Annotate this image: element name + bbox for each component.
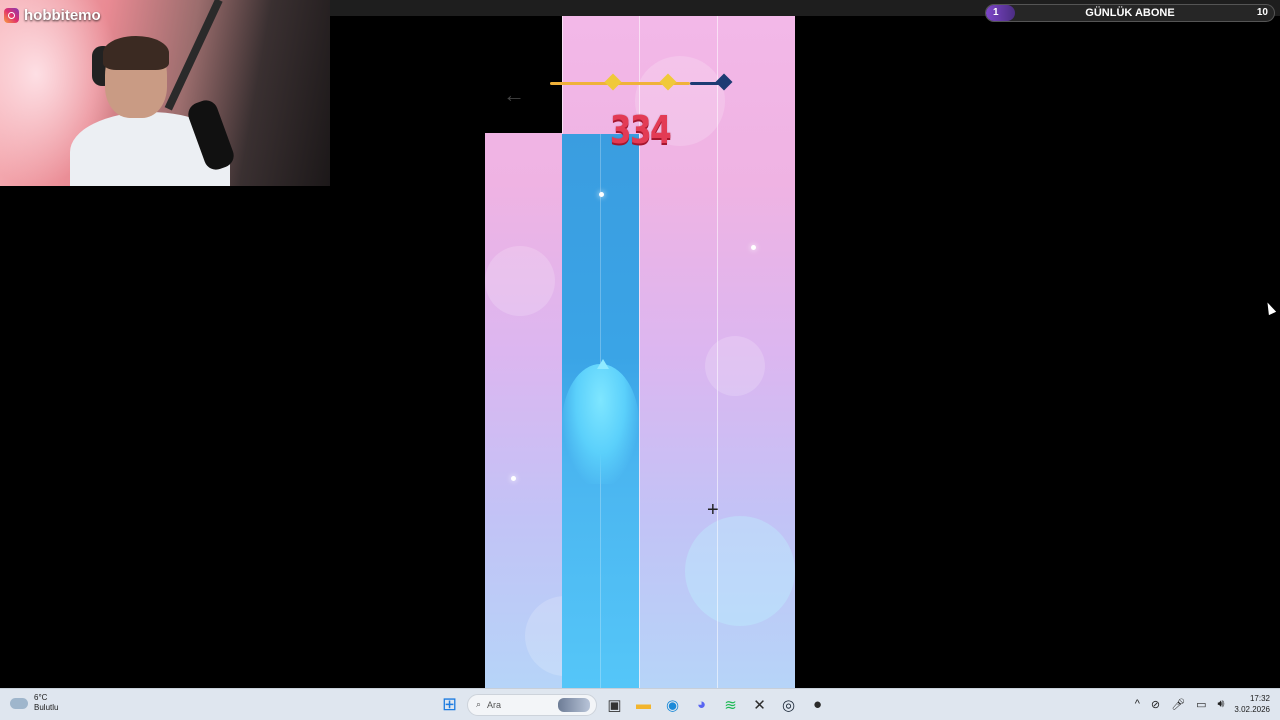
weather-temperature: 6°C bbox=[34, 693, 48, 702]
taskbar-apps: ⊞ ⌕ Ara ▣ ▬ ◉ ◕ ≋ ✕ ◎ ● bbox=[438, 693, 829, 716]
webcam-overlay: hobbitemo bbox=[0, 0, 330, 186]
channel-name: hobbitemo bbox=[24, 7, 101, 24]
instagram-icon bbox=[4, 8, 19, 23]
show-hidden-icons-icon[interactable]: ^ bbox=[1135, 698, 1140, 711]
level-progress-bar bbox=[550, 73, 733, 91]
long-hold-tile[interactable] bbox=[562, 134, 639, 688]
start-icon[interactable]: ⊞ bbox=[438, 693, 461, 716]
display-icon[interactable]: ▭ bbox=[1196, 698, 1206, 711]
clock-time: 17:32 bbox=[1249, 694, 1270, 703]
bokeh-light bbox=[705, 336, 765, 396]
back-arrow-icon[interactable]: ← bbox=[503, 84, 525, 106]
weather-widget[interactable]: 6°C Bulutlu bbox=[10, 693, 58, 713]
crosshair-cursor-icon: + bbox=[707, 499, 719, 521]
subscriber-goal-label: GÜNLÜK ABONE bbox=[1085, 7, 1175, 19]
obs-icon[interactable]: ● bbox=[806, 693, 829, 716]
tray-icons: ^ ⊘ 🎤︎ ▭ 🔊︎ bbox=[1135, 698, 1225, 711]
score-counter: 334 bbox=[609, 108, 672, 152]
xbox-icon[interactable]: ✕ bbox=[748, 693, 771, 716]
subscriber-goal-widget: 1 GÜNLÜK ABONE 10 bbox=[985, 4, 1275, 22]
hold-glow bbox=[562, 364, 639, 484]
search-highlight-image bbox=[558, 697, 590, 712]
steam-icon[interactable]: ◎ bbox=[777, 693, 800, 716]
file-explorer-icon[interactable]: ▬ bbox=[632, 693, 655, 716]
clock[interactable]: 17:32 3.02.2026 bbox=[1234, 693, 1270, 715]
bokeh-light bbox=[485, 246, 555, 316]
clock-date: 3.02.2026 bbox=[1234, 705, 1270, 714]
microphone-icon[interactable]: 🎤︎ bbox=[1171, 698, 1185, 711]
network-icon[interactable]: ⊘ bbox=[1151, 698, 1160, 711]
mic-arm bbox=[164, 0, 223, 111]
piano-tiles-game[interactable]: ← 334 + bbox=[485, 16, 795, 688]
search-icon: ⌕ bbox=[476, 699, 482, 709]
subscriber-goal-target: 10 bbox=[1256, 7, 1268, 18]
sparkle bbox=[751, 245, 756, 250]
search-placeholder: Ara bbox=[487, 699, 502, 710]
taskbar-search[interactable]: ⌕ Ara bbox=[467, 693, 597, 716]
cloud-icon bbox=[10, 697, 28, 709]
windows-taskbar: 6°C Bulutlu ⊞ ⌕ Ara ▣ ▬ ◉ ◕ ≋ ✕ ◎ ● ^ ⊘ 🎤︎ ▭ 🔊︎ 17:… bbox=[0, 688, 1280, 720]
hold-tip bbox=[597, 359, 609, 369]
streamer-hair bbox=[103, 36, 169, 70]
mouse-cursor-icon bbox=[1263, 300, 1277, 316]
bokeh-light bbox=[685, 516, 795, 626]
sparkle bbox=[599, 192, 604, 197]
weather-condition: Bulutlu bbox=[34, 703, 59, 712]
channel-tag: hobbitemo bbox=[4, 7, 101, 24]
system-tray: ^ ⊘ 🎤︎ ▭ 🔊︎ 17:32 3.02.2026 bbox=[1135, 693, 1270, 715]
discord-icon[interactable]: ◕ bbox=[690, 693, 713, 716]
volume-icon[interactable]: 🔊︎ bbox=[1217, 698, 1224, 711]
sparkle bbox=[511, 476, 516, 481]
edge-icon[interactable]: ◉ bbox=[661, 693, 684, 716]
progress-star-icon bbox=[604, 73, 622, 91]
spotify-icon[interactable]: ≋ bbox=[719, 693, 742, 716]
task-view-icon[interactable]: ▣ bbox=[603, 693, 626, 716]
